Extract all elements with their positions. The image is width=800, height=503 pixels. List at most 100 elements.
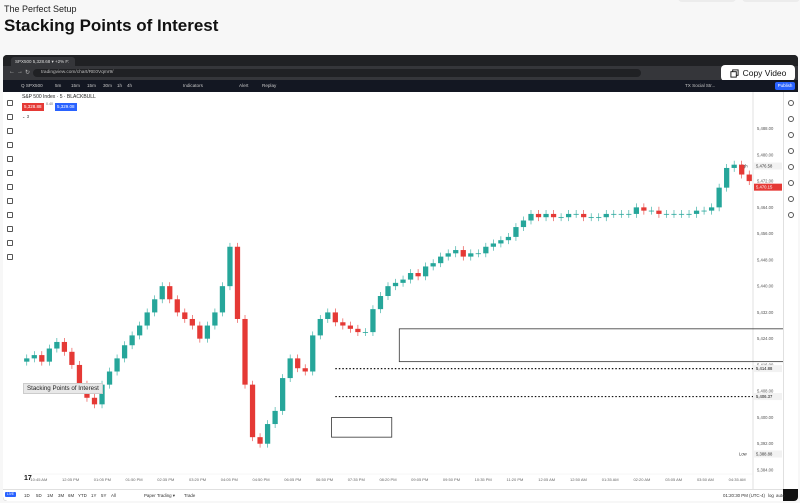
cursor-icon[interactable]	[7, 100, 13, 106]
tradingview-logo: 17	[24, 475, 32, 482]
time-axis-label: 04:05 PM	[221, 477, 238, 482]
range-1d[interactable]: 1D	[24, 490, 30, 501]
price-chart[interactable]: 5,488.00 5,480.00 5,472.00 5,464.00 5,456.00…	[18, 92, 783, 489]
zoom-icon[interactable]	[7, 198, 13, 204]
candle-body	[332, 312, 338, 323]
brush-icon[interactable]	[7, 142, 13, 148]
price-tag-value: 5,470.15	[756, 185, 773, 190]
symbol-search[interactable]: Q SPX500	[21, 80, 43, 92]
price-axis-label: 5,408.00	[757, 389, 774, 394]
trash-icon[interactable]	[7, 254, 13, 260]
tf-15m-b[interactable]: 15m	[87, 80, 96, 92]
zone-lower-box	[331, 417, 393, 438]
candle-body	[167, 286, 173, 300]
calendar-icon[interactable]	[788, 180, 794, 186]
candle-body	[453, 250, 459, 254]
indicators-button[interactable]: Indicators	[183, 80, 203, 92]
time-axis-label: 07:35 PM	[348, 477, 365, 482]
watchlist-icon[interactable]	[788, 100, 794, 106]
copy-icon	[730, 68, 739, 78]
range-1m[interactable]: 1M	[47, 490, 53, 501]
range-all[interactable]: All	[111, 490, 116, 501]
candle-body	[678, 213, 685, 215]
stacking-points-annotation[interactable]: Stacking Points of Interest	[23, 383, 103, 394]
back-icon[interactable]: ←	[9, 69, 15, 75]
alerts-icon[interactable]	[788, 116, 794, 122]
tf-1h[interactable]: 1h	[117, 80, 122, 92]
price-tag-label: Low	[739, 451, 748, 456]
range-6m[interactable]: 6M	[68, 490, 74, 501]
time-axis-label: 09:50 PM	[443, 477, 460, 482]
text-icon[interactable]	[7, 156, 13, 162]
candle-body	[746, 174, 752, 182]
tf-15m[interactable]: 15m	[71, 80, 80, 92]
candle-body	[392, 282, 399, 287]
indicators-count[interactable]: ⌄ 3	[22, 114, 29, 119]
trade-tab[interactable]: Trade	[184, 490, 195, 501]
range-3m[interactable]: 3M	[58, 490, 64, 501]
range-5y[interactable]: 5Y	[101, 490, 106, 501]
tf-4h[interactable]: 4h	[127, 80, 132, 92]
candle-body	[708, 207, 715, 211]
ideas-icon[interactable]	[788, 164, 794, 170]
copy-video-button[interactable]: Copy Video	[721, 65, 795, 81]
range-ytd[interactable]: YTD	[78, 490, 87, 501]
browser-tab[interactable]: SPX500 5,328.68 ▾ +2% F:	[11, 57, 75, 66]
tf-5m[interactable]: 5m	[55, 80, 61, 92]
candle-body	[54, 341, 60, 349]
log-toggle[interactable]: log	[768, 490, 774, 501]
candle-body	[422, 266, 429, 277]
url-bar[interactable]: tradingview.com/chart/RE0Vqmr9/	[33, 69, 641, 77]
buy-price[interactable]: 5,329.08	[55, 103, 77, 111]
range-1y[interactable]: 1Y	[91, 490, 96, 501]
options-button[interactable]	[742, 0, 800, 2]
layout-name[interactable]: TX Social Str...	[685, 80, 715, 92]
candle-body	[686, 213, 692, 215]
candle-body	[257, 437, 263, 444]
layers-icon[interactable]	[788, 132, 794, 138]
publish-button[interactable]: Publish	[775, 82, 795, 90]
range-5d[interactable]: 5D	[36, 490, 42, 501]
replay-button[interactable]: Replay	[262, 80, 276, 92]
candle-body	[468, 253, 474, 257]
notifications-icon[interactable]	[788, 196, 794, 202]
help-icon[interactable]	[788, 212, 794, 218]
fib-icon[interactable]	[7, 128, 13, 134]
candle-body	[543, 213, 549, 218]
forward-icon[interactable]: →	[17, 69, 23, 75]
sell-price[interactable]: 5,328.88	[22, 103, 44, 111]
ruler-icon[interactable]	[7, 184, 13, 190]
time-axis-label: 04:35 AM	[729, 477, 746, 482]
candle-body	[302, 368, 308, 372]
chat-icon[interactable]	[788, 148, 794, 154]
candle-body	[693, 210, 700, 214]
paper-trading-tab[interactable]: Paper Trading ▾	[144, 490, 175, 501]
candle-body	[69, 351, 75, 365]
time-axis-label: 12:05 AM	[538, 477, 555, 482]
candle-body	[611, 213, 617, 215]
trendline-icon[interactable]	[7, 114, 13, 120]
candle-body	[144, 312, 150, 326]
eye-icon[interactable]	[7, 240, 13, 246]
video-player[interactable]: SPX500 5,328.68 ▾ +2% F: ← → ↻ tradingvi…	[3, 55, 798, 501]
price-tag-value: 5,414.88	[756, 366, 773, 371]
magnet-icon[interactable]	[7, 212, 13, 218]
time-axis-label: 06:05 PM	[284, 477, 301, 482]
share-button[interactable]	[678, 0, 736, 2]
time-axis-label: 12:50 AM	[570, 477, 587, 482]
candle-body	[219, 286, 226, 313]
candle-body	[174, 299, 180, 313]
time-axis-label: 01:05 PM	[94, 477, 111, 482]
spread-value: 0.40	[46, 102, 53, 106]
candle-body	[724, 167, 730, 188]
lock-icon[interactable]	[7, 226, 13, 232]
candle-body	[490, 243, 496, 247]
candle-body	[483, 246, 489, 254]
candle-body	[528, 213, 534, 221]
alert-button[interactable]: Alert	[239, 80, 248, 92]
pattern-icon[interactable]	[7, 170, 13, 176]
auto-toggle[interactable]: auto	[776, 490, 785, 501]
chart-pane[interactable]: 5,488.00 5,480.00 5,472.00 5,464.00 5,456.00…	[18, 92, 783, 489]
tf-30m[interactable]: 30m	[103, 80, 112, 92]
reload-icon[interactable]: ↻	[25, 69, 30, 76]
